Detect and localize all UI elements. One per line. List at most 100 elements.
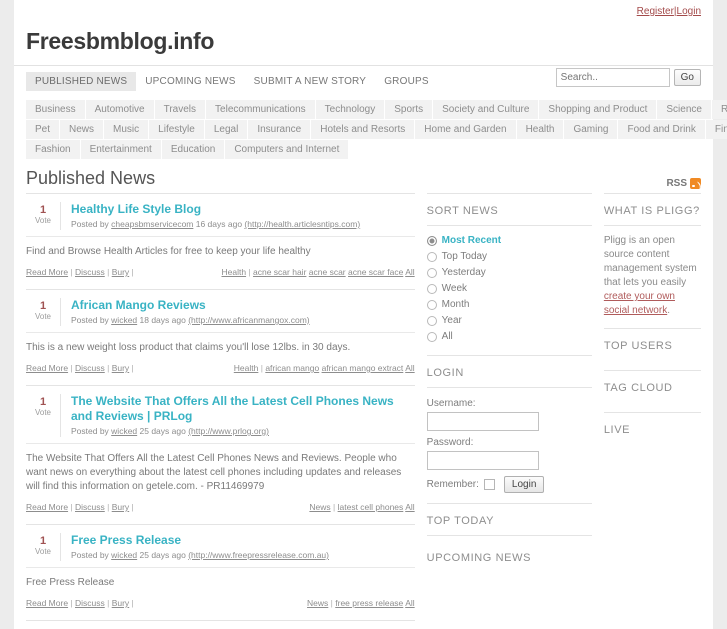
- story-category-link[interactable]: News: [307, 598, 328, 608]
- story-tag-link[interactable]: african mango extract: [322, 363, 404, 373]
- vote-box[interactable]: 1 Vote: [26, 298, 61, 326]
- category-link-0-9[interactable]: Real Estate: [711, 100, 727, 119]
- category-link-1-9[interactable]: Gaming: [564, 120, 619, 139]
- story-tag-link[interactable]: latest cell phones: [338, 502, 404, 512]
- category-link-2-2[interactable]: Education: [161, 140, 226, 159]
- vote-box[interactable]: 1 Vote: [26, 202, 61, 230]
- category-link-0-5[interactable]: Sports: [385, 100, 434, 119]
- story-source-url[interactable]: (http://www.prlog.org): [188, 426, 269, 436]
- category-link-1-1[interactable]: News: [60, 120, 105, 139]
- sort-option-6[interactable]: All: [426, 329, 592, 345]
- story-category-link[interactable]: Health: [221, 267, 246, 277]
- main-nav-item-0[interactable]: PUBLISHED NEWS: [26, 72, 137, 91]
- password-input[interactable]: [426, 451, 539, 470]
- search-box: Go: [555, 68, 701, 87]
- radio-button-icon[interactable]: [426, 236, 437, 246]
- pligg-link[interactable]: create your own social network: [604, 291, 675, 316]
- category-link-0-2[interactable]: Travels: [154, 100, 207, 119]
- story-tag-link[interactable]: All: [405, 363, 414, 373]
- story-author-link[interactable]: wicked: [111, 550, 137, 560]
- category-link-1-0[interactable]: Pet: [26, 120, 61, 139]
- category-link-0-1[interactable]: Automotive: [85, 100, 155, 119]
- category-link-1-4[interactable]: Legal: [204, 120, 249, 139]
- login-submit-button[interactable]: Login: [503, 476, 545, 493]
- sort-option-1[interactable]: Top Today: [426, 249, 592, 265]
- story-source-url[interactable]: (http://health.articlesntips.com): [244, 219, 360, 229]
- sort-option-5[interactable]: Year: [426, 313, 592, 329]
- category-link-0-4[interactable]: Technology: [315, 100, 386, 119]
- category-link-1-7[interactable]: Home and Garden: [415, 120, 517, 139]
- remember-checkbox[interactable]: [483, 479, 495, 490]
- vote-box[interactable]: 1 Vote: [26, 394, 61, 437]
- story-tag-link[interactable]: acne scar face: [348, 267, 403, 277]
- category-link-1-3[interactable]: Lifestyle: [149, 120, 205, 139]
- category-link-0-3[interactable]: Telecommunications: [206, 100, 316, 119]
- story-tag-link[interactable]: acne scar: [309, 267, 346, 277]
- story-tag-link[interactable]: All: [405, 598, 414, 608]
- search-go-button[interactable]: Go: [673, 69, 701, 86]
- story-author-link[interactable]: wicked: [111, 426, 137, 436]
- story-action-discuss[interactable]: Discuss: [75, 267, 105, 277]
- story-action-read-more[interactable]: Read More: [26, 502, 68, 512]
- vote-box[interactable]: 1 Vote: [26, 533, 61, 561]
- category-link-0-0[interactable]: Business: [26, 100, 86, 119]
- category-link-2-1[interactable]: Entertainment: [80, 140, 162, 159]
- sort-option-0[interactable]: Most Recent: [426, 233, 592, 249]
- story-category-link[interactable]: Health: [234, 363, 259, 373]
- story-action-discuss[interactable]: Discuss: [75, 363, 105, 373]
- sort-option-4[interactable]: Month: [426, 297, 592, 313]
- radio-button-icon[interactable]: [426, 332, 437, 342]
- main-nav-item-3[interactable]: GROUPS: [375, 72, 438, 91]
- category-link-2-0[interactable]: Fashion: [26, 140, 81, 159]
- story-author-link[interactable]: wicked: [111, 315, 137, 325]
- category-link-0-7[interactable]: Shopping and Product: [539, 100, 658, 119]
- category-link-1-6[interactable]: Hotels and Resorts: [311, 120, 416, 139]
- category-link-1-10[interactable]: Food and Drink: [618, 120, 706, 139]
- story-category-link[interactable]: News: [309, 502, 330, 512]
- search-input[interactable]: [555, 68, 670, 87]
- site-title[interactable]: Freesbmblog.info: [14, 20, 713, 65]
- radio-button-icon[interactable]: [426, 268, 437, 278]
- category-link-0-6[interactable]: Society and Culture: [433, 100, 540, 119]
- sort-option-3[interactable]: Week: [426, 281, 592, 297]
- rss-link[interactable]: RSS: [666, 178, 701, 189]
- category-link-1-8[interactable]: Health: [516, 120, 565, 139]
- story-title-link[interactable]: African Mango Reviews: [71, 298, 415, 313]
- radio-button-icon[interactable]: [426, 300, 437, 310]
- radio-button-icon[interactable]: [426, 252, 437, 262]
- story-tag-link[interactable]: All: [405, 502, 414, 512]
- story-action-discuss[interactable]: Discuss: [75, 502, 105, 512]
- story-action-read-more[interactable]: Read More: [26, 598, 68, 608]
- story-action-read-more[interactable]: Read More: [26, 267, 68, 277]
- story-action-bury[interactable]: Bury: [112, 598, 129, 608]
- story-action-discuss[interactable]: Discuss: [75, 598, 105, 608]
- category-link-1-5[interactable]: Insurance: [248, 120, 312, 139]
- story-action-bury[interactable]: Bury: [112, 363, 129, 373]
- main-nav-item-2[interactable]: SUBMIT A NEW STORY: [245, 72, 376, 91]
- story-source-url[interactable]: (http://www.africanmangox.com): [188, 315, 309, 325]
- sort-option-2[interactable]: Yesterday: [426, 265, 592, 281]
- radio-button-icon[interactable]: [426, 316, 437, 326]
- radio-button-icon[interactable]: [426, 284, 437, 294]
- story-action-read-more[interactable]: Read More: [26, 363, 68, 373]
- story-header: 1 Vote African Mango Reviews Posted by wick…: [26, 298, 415, 326]
- category-link-1-2[interactable]: Music: [104, 120, 150, 139]
- story-source-url[interactable]: (http://www.freepressrelease.com.au): [188, 550, 329, 560]
- story-action-bury[interactable]: Bury: [112, 267, 129, 277]
- register-link[interactable]: Register: [637, 6, 674, 17]
- username-input[interactable]: [426, 412, 539, 431]
- story-tag-link[interactable]: free press release: [335, 598, 403, 608]
- story-title-link[interactable]: Free Press Release: [71, 533, 415, 548]
- main-nav-item-1[interactable]: UPCOMING NEWS: [136, 72, 244, 91]
- story-author-link[interactable]: cheapsbmservicecom: [111, 219, 193, 229]
- story-title-link[interactable]: Healthy Life Style Blog: [71, 202, 415, 217]
- category-link-2-3[interactable]: Computers and Internet: [225, 140, 350, 159]
- story-tag-link[interactable]: african mango: [265, 363, 319, 373]
- story-tag-link[interactable]: All: [405, 267, 414, 277]
- category-link-0-8[interactable]: Science: [657, 100, 712, 119]
- login-link[interactable]: Login: [677, 6, 701, 17]
- story-tag-link[interactable]: acne scar hair: [253, 267, 306, 277]
- category-link-1-11[interactable]: Finance: [705, 120, 727, 139]
- story-action-bury[interactable]: Bury: [112, 502, 129, 512]
- story-title-link[interactable]: The Website That Offers All the Latest C…: [71, 394, 415, 424]
